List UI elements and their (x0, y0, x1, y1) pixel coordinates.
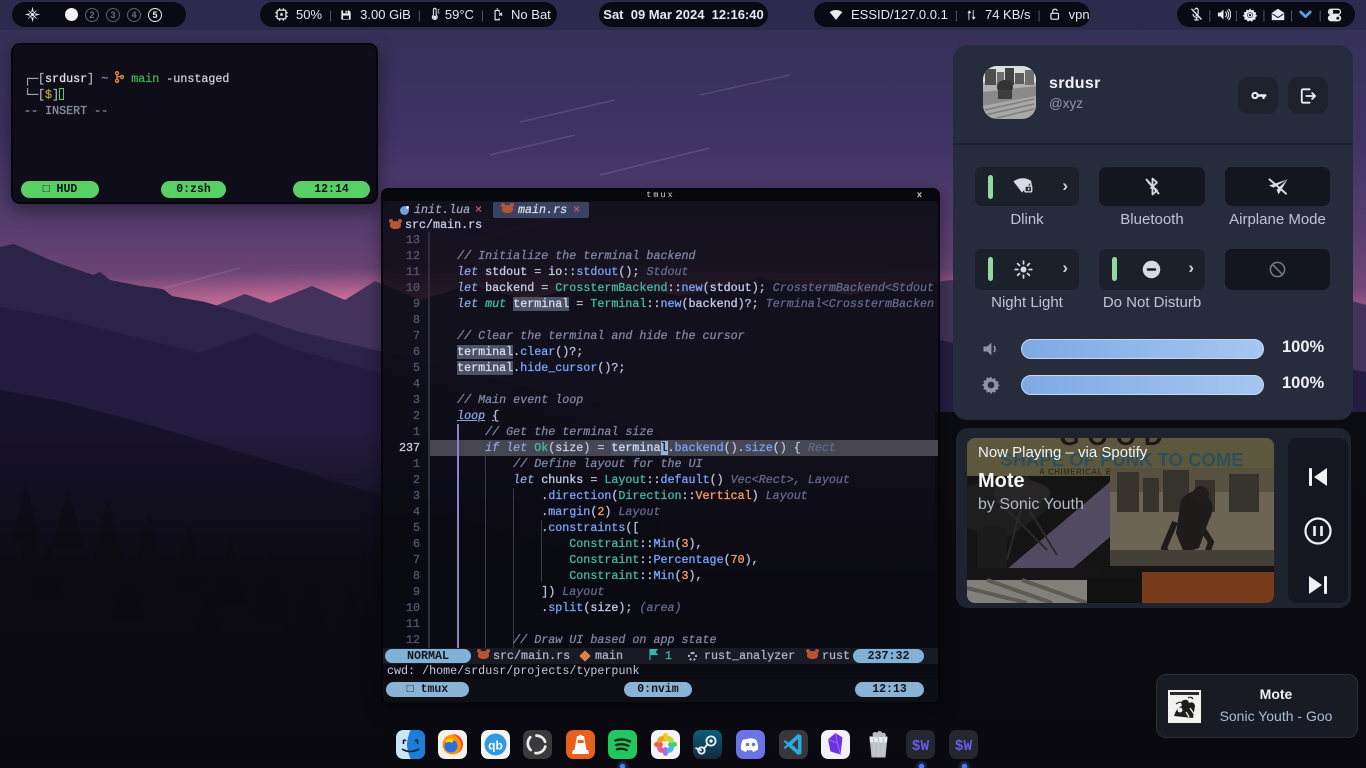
svg-text:qb: qb (488, 739, 503, 753)
svg-text:$W: $W (912, 739, 930, 755)
svg-text:$W: $W (955, 739, 973, 755)
